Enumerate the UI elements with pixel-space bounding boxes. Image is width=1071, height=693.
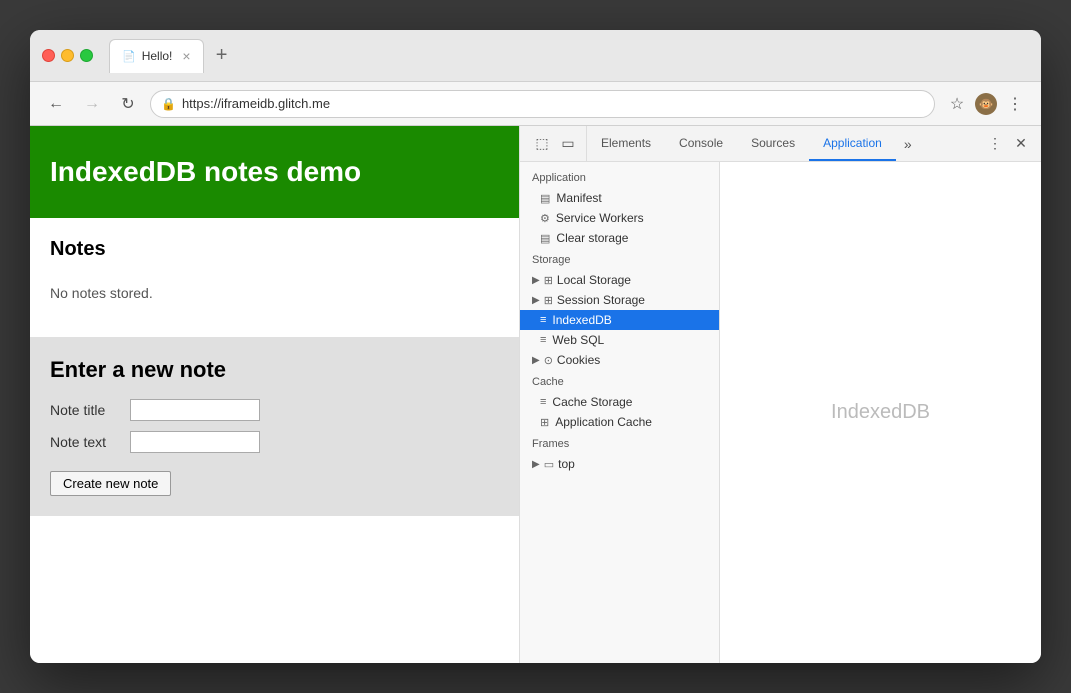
- devtools-panel: ⬚ ▭ Elements Console Sources Application: [520, 126, 1041, 663]
- note-text-input[interactable]: [130, 431, 260, 453]
- address-bar[interactable]: 🔒 https://iframeidb.glitch.me: [150, 90, 935, 118]
- devtools-sidebar: Application ▤ Manifest ⚙ Service Workers…: [520, 162, 720, 663]
- more-tabs-button[interactable]: »: [896, 136, 920, 152]
- bookmark-icon[interactable]: ☆: [943, 90, 971, 118]
- sidebar-item-application-cache[interactable]: ⊞ Application Cache: [520, 412, 719, 432]
- manifest-label: Manifest: [556, 191, 601, 205]
- top-frame-expand-icon: ▶: [532, 459, 540, 470]
- storage-section-header: Storage: [520, 248, 719, 270]
- webpage: IndexedDB notes demo Notes No notes stor…: [30, 126, 520, 663]
- cookies-label: Cookies: [557, 353, 600, 367]
- traffic-lights: [42, 49, 93, 62]
- note-text-row: Note text: [50, 431, 499, 453]
- note-text-label: Note text: [50, 434, 130, 450]
- cookies-expand-icon: ▶: [532, 355, 540, 366]
- manifest-icon: ▤: [540, 192, 550, 205]
- browser-window: 📄 Hello! × + ← → ↻ 🔒 https://iframeidb.g…: [30, 30, 1041, 663]
- notes-section-title: Notes: [50, 238, 499, 261]
- url-text: https://iframeidb.glitch.me: [182, 96, 924, 111]
- devtools-close-icon[interactable]: ✕: [1009, 132, 1033, 156]
- close-button[interactable]: [42, 49, 55, 62]
- cookies-icon: ⊙: [544, 354, 553, 367]
- form-title: Enter a new note: [50, 357, 499, 383]
- note-title-label: Note title: [50, 402, 130, 418]
- page-header: IndexedDB notes demo: [30, 126, 519, 218]
- service-workers-icon: ⚙: [540, 212, 550, 225]
- main-area: IndexedDB notes demo Notes No notes stor…: [30, 126, 1041, 663]
- devtools-actions: ⋮ ✕: [979, 132, 1037, 156]
- sidebar-item-cache-storage[interactable]: ≡ Cache Storage: [520, 392, 719, 412]
- local-storage-icon: ⊞: [544, 274, 553, 287]
- tab-favicon-icon: 📄: [122, 50, 136, 63]
- sidebar-item-session-storage[interactable]: ▶ ⊞ Session Storage: [520, 290, 719, 310]
- new-note-section: Enter a new note Note title Note text Cr…: [30, 337, 519, 516]
- nav-icons: ☆ 🐵 ⋮: [943, 90, 1029, 118]
- tab-title: Hello!: [142, 49, 173, 63]
- back-button[interactable]: ←: [42, 90, 70, 118]
- frames-section-header: Frames: [520, 432, 719, 454]
- web-sql-label: Web SQL: [552, 333, 604, 347]
- devtools-tool-icons: ⬚ ▭: [524, 126, 587, 161]
- device-toggle-icon[interactable]: ▭: [556, 132, 580, 156]
- cache-storage-icon: ≡: [540, 396, 546, 408]
- top-frame-label: top: [558, 457, 575, 471]
- inspect-element-icon[interactable]: ⬚: [530, 132, 554, 156]
- local-storage-expand-icon: ▶: [532, 275, 540, 286]
- browser-menu-icon[interactable]: ⋮: [1001, 90, 1029, 118]
- tab-close-button[interactable]: ×: [182, 48, 190, 64]
- maximize-button[interactable]: [80, 49, 93, 62]
- sidebar-item-indexeddb[interactable]: ≡ IndexedDB: [520, 310, 719, 330]
- indexeddb-label: IndexedDB: [552, 313, 611, 327]
- devtools-tabs: Elements Console Sources Application »: [587, 126, 979, 161]
- indexeddb-icon: ≡: [540, 314, 546, 326]
- local-storage-label: Local Storage: [557, 273, 631, 287]
- sidebar-item-service-workers[interactable]: ⚙ Service Workers: [520, 208, 719, 228]
- clear-storage-label: Clear storage: [556, 231, 628, 245]
- note-title-row: Note title: [50, 399, 499, 421]
- sidebar-item-web-sql[interactable]: ≡ Web SQL: [520, 330, 719, 350]
- sidebar-item-clear-storage[interactable]: ▤ Clear storage: [520, 228, 719, 248]
- application-cache-label: Application Cache: [555, 415, 652, 429]
- devtools-main-content: IndexedDB: [720, 162, 1041, 663]
- lock-icon: 🔒: [161, 97, 176, 111]
- application-section-header: Application: [520, 166, 719, 188]
- page-title: IndexedDB notes demo: [50, 156, 499, 188]
- create-note-button[interactable]: Create new note: [50, 471, 171, 496]
- title-bar: 📄 Hello! × +: [30, 30, 1041, 82]
- service-workers-label: Service Workers: [556, 211, 644, 225]
- sidebar-item-cookies[interactable]: ▶ ⊙ Cookies: [520, 350, 719, 370]
- tab-sources[interactable]: Sources: [737, 126, 809, 161]
- devtools-settings-icon[interactable]: ⋮: [983, 132, 1007, 156]
- sidebar-item-top-frame[interactable]: ▶ ▭ top: [520, 454, 719, 474]
- devtools-placeholder: IndexedDB: [831, 401, 930, 424]
- no-notes-text: No notes stored.: [50, 277, 499, 317]
- session-storage-icon: ⊞: [544, 294, 553, 307]
- web-sql-icon: ≡: [540, 334, 546, 346]
- devtools-body: Application ▤ Manifest ⚙ Service Workers…: [520, 162, 1041, 663]
- browser-tab[interactable]: 📄 Hello! ×: [109, 39, 204, 73]
- application-cache-icon: ⊞: [540, 416, 549, 429]
- nav-bar: ← → ↻ 🔒 https://iframeidb.glitch.me ☆ 🐵 …: [30, 82, 1041, 126]
- profile-avatar[interactable]: 🐵: [975, 93, 997, 115]
- top-frame-icon: ▭: [544, 458, 554, 471]
- forward-button[interactable]: →: [78, 90, 106, 118]
- session-storage-expand-icon: ▶: [532, 295, 540, 306]
- clear-storage-icon: ▤: [540, 232, 550, 245]
- cache-section-header: Cache: [520, 370, 719, 392]
- sidebar-item-manifest[interactable]: ▤ Manifest: [520, 188, 719, 208]
- tab-application[interactable]: Application: [809, 126, 896, 161]
- sidebar-item-local-storage[interactable]: ▶ ⊞ Local Storage: [520, 270, 719, 290]
- page-body: Notes No notes stored.: [30, 218, 519, 337]
- tab-elements[interactable]: Elements: [587, 126, 665, 161]
- devtools-toolbar: ⬚ ▭ Elements Console Sources Application: [520, 126, 1041, 162]
- tab-bar: 📄 Hello! × +: [109, 39, 1029, 73]
- minimize-button[interactable]: [61, 49, 74, 62]
- tab-console[interactable]: Console: [665, 126, 737, 161]
- new-tab-button[interactable]: +: [208, 42, 236, 70]
- note-title-input[interactable]: [130, 399, 260, 421]
- session-storage-label: Session Storage: [557, 293, 645, 307]
- cache-storage-label: Cache Storage: [552, 395, 632, 409]
- reload-button[interactable]: ↻: [114, 90, 142, 118]
